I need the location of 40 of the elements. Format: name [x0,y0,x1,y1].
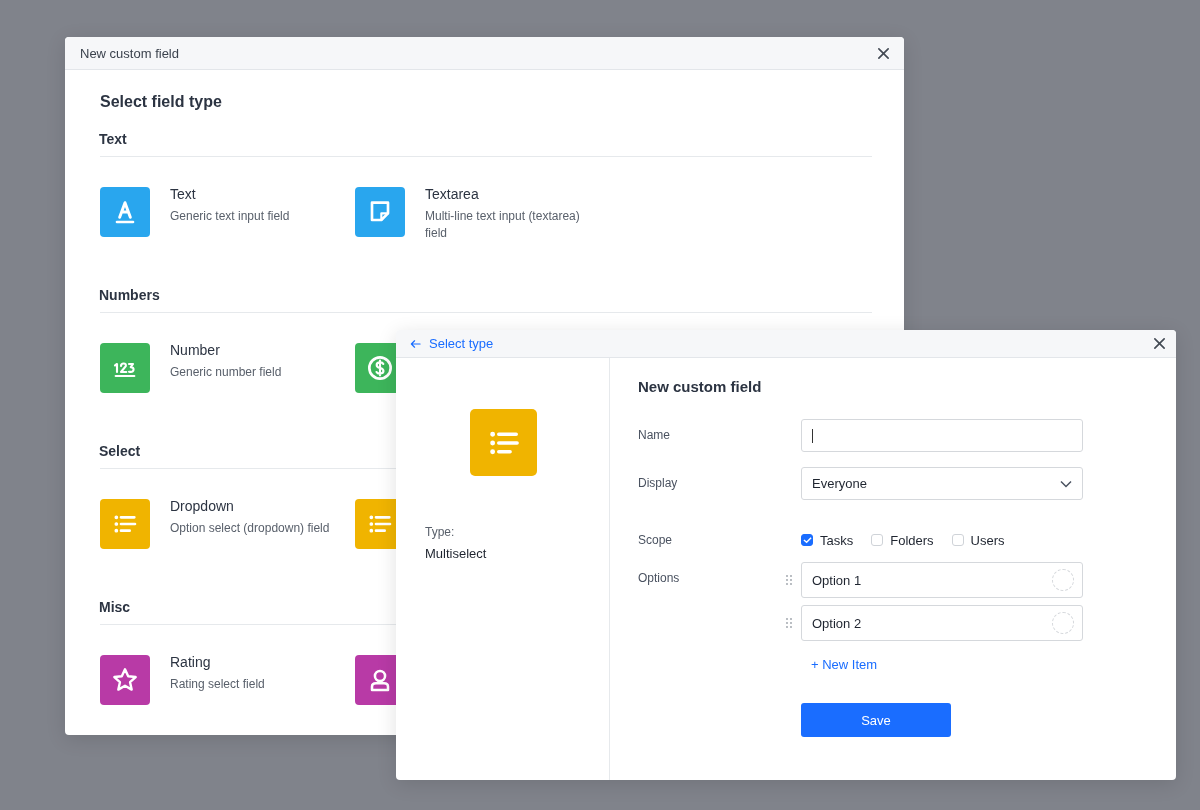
field-type-description: Rating select field [170,676,266,693]
drag-handle-icon[interactable] [786,575,792,585]
section-title: Misc [99,599,131,615]
field-type-description: Option select (dropdown) field [170,520,331,537]
option-input[interactable]: Option 1 [801,562,1083,598]
field-type-name[interactable]: Dropdown [170,498,350,514]
dialog-heading: Select field type [100,93,223,111]
form-heading: New custom field [638,378,763,395]
field-type-description: Generic text input field [170,208,291,225]
field-label: Display [638,476,678,490]
close-button[interactable] [1151,335,1168,352]
checkbox-label[interactable]: Users [970,532,1005,548]
display-select[interactable]: Everyone [801,467,1083,500]
field-type-description: Multi-line text input (textarea) field [425,208,581,242]
field-label: Name [638,428,670,442]
type-value: Multiselect [425,546,488,561]
option-input[interactable]: Option 2 [801,605,1083,641]
checkmark-icon [802,536,812,544]
add-item-link[interactable]: + New Item [811,657,878,672]
type-label: Type: [425,525,456,539]
field-label: Scope [638,533,673,547]
checkbox[interactable] [801,534,813,546]
name-input[interactable] [801,419,1083,452]
field-type-name[interactable]: Number [170,342,350,358]
checkbox-label[interactable]: Folders [890,532,934,548]
save-button[interactable]: Save [801,703,951,737]
section-title: Numbers [99,287,160,303]
dialog-title: New custom field [80,45,179,61]
section-title: Text [99,131,127,147]
section-title: Select [99,443,141,459]
checkbox-label[interactable]: Tasks [820,532,854,548]
field-type-name[interactable]: Rating [170,654,350,670]
drag-handle-icon[interactable] [786,618,792,628]
back-link[interactable]: Select type [410,336,494,351]
field-type-name[interactable]: Text [170,186,350,202]
chevron-down-icon [1060,479,1072,488]
field-type-name[interactable]: Textarea [425,186,605,202]
field-type-description: Generic number field [170,364,283,381]
left-arrow-icon [410,338,421,349]
field-label: Options [638,571,680,585]
